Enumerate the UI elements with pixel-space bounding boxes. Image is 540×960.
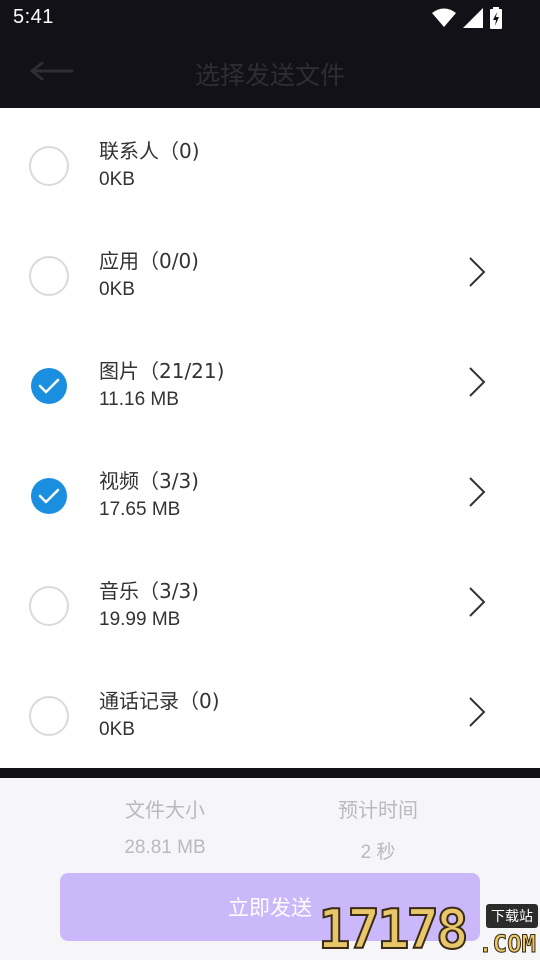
list-item-music[interactable]: 音乐（3/3) 19.99 MB bbox=[0, 548, 540, 658]
estimated-time-value: 2 秒 bbox=[360, 842, 396, 863]
chevron-right-icon[interactable] bbox=[462, 362, 490, 406]
list-item-contacts[interactable]: 联系人（0) 0KB bbox=[0, 108, 540, 218]
list-item-videos[interactable]: 视频（3/3) 17.65 MB bbox=[0, 438, 540, 548]
status-bar: 5:41 bbox=[0, 0, 540, 36]
chevron-right-icon[interactable] bbox=[462, 472, 490, 516]
chevron-right-icon[interactable] bbox=[462, 692, 490, 736]
watermark-suffix: .COM bbox=[478, 930, 537, 959]
list-item-images[interactable]: 图片（21/21) 11.16 MB bbox=[0, 328, 540, 438]
chevron-right-icon[interactable] bbox=[462, 582, 490, 626]
battery-charging-icon bbox=[490, 7, 502, 33]
status-time: 5:41 bbox=[13, 6, 54, 28]
checkbox-music[interactable] bbox=[29, 586, 69, 626]
file-size-stat: 文件大小 28.81 MB bbox=[65, 794, 265, 859]
checkbox-contacts[interactable] bbox=[29, 146, 69, 186]
item-size: 0KB bbox=[99, 169, 135, 190]
checkbox-call-logs[interactable] bbox=[29, 696, 69, 736]
file-size-label: 文件大小 bbox=[125, 798, 205, 822]
estimated-time-stat: 预计时间 2 秒 bbox=[278, 794, 478, 864]
item-size: 19.99 MB bbox=[99, 609, 181, 630]
item-size: 0KB bbox=[99, 279, 135, 300]
wifi-icon bbox=[432, 8, 456, 32]
checkbox-images[interactable] bbox=[31, 368, 67, 404]
estimated-time-label: 预计时间 bbox=[338, 798, 418, 822]
item-title: 通话记录（0) bbox=[99, 689, 220, 713]
list-item-apps[interactable]: 应用（0/0) 0KB bbox=[0, 218, 540, 328]
checkbox-videos[interactable] bbox=[31, 478, 67, 514]
watermark-logo: 17178 下载站 .COM bbox=[317, 898, 540, 960]
item-title: 视频（3/3) bbox=[99, 469, 199, 493]
item-title: 图片（21/21) bbox=[99, 359, 225, 383]
chevron-right-icon[interactable] bbox=[462, 252, 490, 296]
item-title: 音乐（3/3) bbox=[99, 579, 199, 603]
file-size-value: 28.81 MB bbox=[124, 837, 206, 858]
watermark-digits: 17178 bbox=[317, 898, 470, 960]
item-size: 17.65 MB bbox=[99, 499, 181, 520]
check-icon bbox=[38, 488, 60, 504]
divider bbox=[0, 768, 540, 778]
file-category-list: 联系人（0) 0KB 应用（0/0) 0KB 图片（21/21) 11.16 M… bbox=[0, 108, 540, 768]
item-size: 0KB bbox=[99, 719, 135, 740]
status-icons bbox=[432, 7, 502, 33]
item-title: 联系人（0) bbox=[99, 139, 200, 163]
watermark-tag: 下载站 bbox=[486, 904, 538, 928]
checkbox-apps[interactable] bbox=[29, 256, 69, 296]
check-icon bbox=[38, 378, 60, 394]
app-bar: 选择发送文件 bbox=[0, 36, 540, 108]
list-item-call-logs[interactable]: 通话记录（0) 0KB bbox=[0, 658, 540, 768]
page-title: 选择发送文件 bbox=[194, 61, 345, 90]
signal-icon bbox=[463, 8, 483, 32]
item-size: 11.16 MB bbox=[99, 389, 179, 410]
item-title: 应用（0/0) bbox=[99, 249, 199, 273]
